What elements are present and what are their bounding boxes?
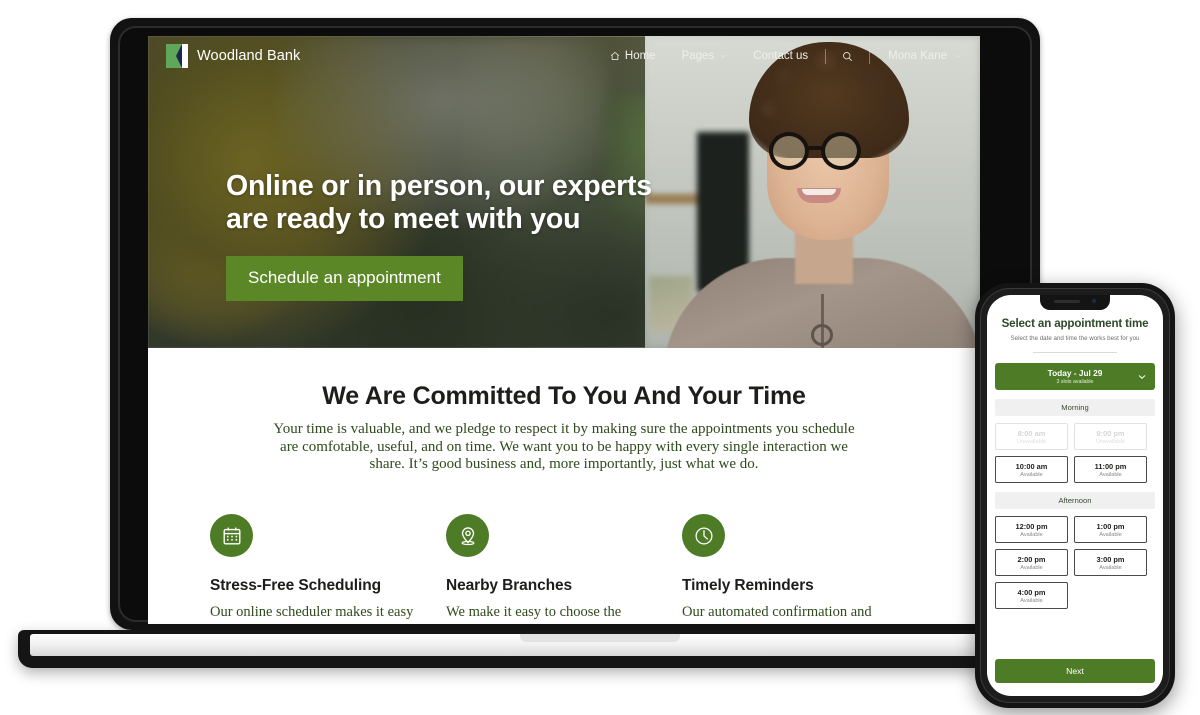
map-pin-icon (461, 526, 474, 545)
nav-item-contact-us-label: Contact us (753, 50, 809, 62)
hero-heading-line-2: are ready to meet with you (226, 203, 581, 236)
feature-icon-badge (210, 514, 253, 558)
clock-icon (694, 527, 713, 545)
user-menu[interactable]: Mona Kane (874, 50, 962, 62)
time-slot-time: 10:00 am (1015, 461, 1048, 471)
appointment-picker-title: Select an appointment time (1001, 317, 1149, 330)
time-slot-state: Available (1020, 597, 1043, 604)
divider (1033, 352, 1117, 353)
date-selector-sublabel: 3 slots available (1056, 379, 1094, 385)
hero-portrait-photo (645, 36, 980, 348)
search-button[interactable] (830, 51, 865, 62)
hero-section: Woodland Bank Home Pages Contact us Mona… (148, 36, 980, 348)
time-slot[interactable]: 12:00 pm Available (995, 516, 1068, 543)
nav-item-contact-us[interactable]: Contact us (740, 50, 821, 62)
slot-grid-morning: 8:00 am Unavailable 9:00 pm Unavailable … (995, 423, 1155, 483)
time-slot: 9:00 pm Unavailable (1074, 423, 1147, 450)
laptop-base-notch (520, 634, 680, 642)
phone-front-camera-icon (1092, 299, 1096, 303)
home-icon (610, 51, 620, 60)
time-slot-time: 12:00 pm (1015, 521, 1048, 531)
hero-copy: Online or in person, our experts are rea… (226, 170, 652, 302)
time-slot[interactable]: 10:00 am Available (995, 456, 1068, 483)
calendar-icon (223, 527, 240, 545)
user-menu-label: Mona Kane (888, 50, 947, 62)
time-slot-state: Available (1020, 471, 1043, 478)
feature-card-branches: Nearby Branches We make it easy to choos… (446, 514, 682, 624)
phone-earpiece (1054, 300, 1080, 303)
feature-icon-badge (446, 514, 489, 558)
time-slot-time: 9:00 pm (1096, 428, 1125, 438)
nav-item-pages-label: Pages (681, 50, 715, 62)
next-button[interactable]: Next (995, 659, 1155, 683)
time-slot[interactable]: 4:00 pm Available (995, 582, 1068, 609)
date-selector-label: Today - Jul 29 (1047, 368, 1103, 378)
feature-body: We make it easy to choose the location t… (446, 604, 622, 624)
feature-body: Our online scheduler makes it easy to ge… (210, 604, 414, 624)
nav-divider-right (869, 48, 871, 64)
commitment-section: We Are Committed To You And Your Time Yo… (148, 348, 980, 624)
hero-heading-line-1: Online or in person, our experts (226, 170, 652, 202)
phone-screen: Select an appointment time Select the da… (987, 295, 1163, 696)
mockup-stage: Woodland Bank Home Pages Contact us Mona… (0, 0, 1200, 715)
time-slot-state: Available (1099, 564, 1122, 571)
time-slot-state: Available (1099, 531, 1122, 538)
section-header-morning: Morning (995, 399, 1155, 416)
time-slot-time: 3:00 pm (1096, 554, 1125, 564)
section-header-afternoon: Afternoon (995, 492, 1155, 509)
nav-item-home[interactable]: Home (597, 50, 669, 62)
slot-grid-afternoon: 12:00 pm Available 1:00 pm Available 2:0… (995, 516, 1155, 609)
brand[interactable]: Woodland Bank (166, 44, 300, 68)
navbar-right: Home Pages Contact us Mona Kane (597, 48, 962, 64)
time-slot: 8:00 am Unavailable (995, 423, 1068, 450)
time-slot-state: Unavailable (1095, 438, 1126, 445)
site-navbar: Woodland Bank Home Pages Contact us Mona… (148, 36, 980, 76)
time-slot-time: 11:00 pm (1094, 461, 1127, 471)
time-slot[interactable]: 11:00 pm Available (1074, 456, 1147, 483)
time-slot[interactable]: 3:00 pm Available (1074, 549, 1147, 576)
time-slot-state: Available (1020, 564, 1043, 571)
date-selector[interactable]: Today - Jul 29 3 slots available (995, 363, 1155, 390)
feature-title: Stress-Free Scheduling (210, 577, 381, 595)
feature-body: Our automated confirmation and reminder … (682, 604, 872, 624)
chevron-down-icon (720, 54, 726, 58)
commitment-paragraph: Your time is valuable, and we pledge to … (273, 421, 855, 473)
laptop-screen: Woodland Bank Home Pages Contact us Mona… (148, 36, 980, 624)
feature-icon-badge (682, 514, 725, 558)
hero-heading: Online or in person, our experts are rea… (226, 170, 652, 236)
woodland-chevron-logo-icon (166, 44, 188, 68)
feature-card-scheduling: Stress-Free Scheduling Our online schedu… (210, 514, 446, 624)
time-slot[interactable]: 2:00 pm Available (995, 549, 1068, 576)
time-slot-time: 2:00 pm (1017, 554, 1046, 564)
feature-title: Timely Reminders (682, 577, 814, 595)
time-slot[interactable]: 1:00 pm Available (1074, 516, 1147, 543)
commitment-heading: We Are Committed To You And Your Time (322, 382, 806, 410)
feature-title: Nearby Branches (446, 577, 573, 595)
time-slot-time: 8:00 am (1017, 428, 1046, 438)
nav-divider-left (825, 48, 827, 64)
time-slot-time: 1:00 pm (1096, 521, 1125, 531)
feature-card-reminders: Timely Reminders Our automated confirmat… (682, 514, 918, 624)
appointment-picker: Select an appointment time Select the da… (987, 295, 1163, 609)
time-slot-time: 4:00 pm (1017, 587, 1046, 597)
brand-name: Woodland Bank (197, 48, 301, 64)
features-row: Stress-Free Scheduling Our online schedu… (148, 514, 980, 624)
time-slot-state: Unavailable (1016, 438, 1047, 445)
time-slot-state: Available (1099, 471, 1122, 478)
nav-item-pages[interactable]: Pages (669, 50, 741, 62)
appointment-picker-subtitle: Select the date and time the works best … (1010, 335, 1140, 342)
schedule-appointment-button[interactable]: Schedule an appointment (226, 256, 463, 302)
chevron-down-icon (955, 54, 961, 58)
phone-notch (1040, 295, 1110, 310)
search-icon (843, 51, 853, 61)
nav-item-home-label: Home (624, 50, 656, 62)
chevron-down-icon (1138, 375, 1146, 379)
time-slot-state: Available (1020, 531, 1043, 538)
